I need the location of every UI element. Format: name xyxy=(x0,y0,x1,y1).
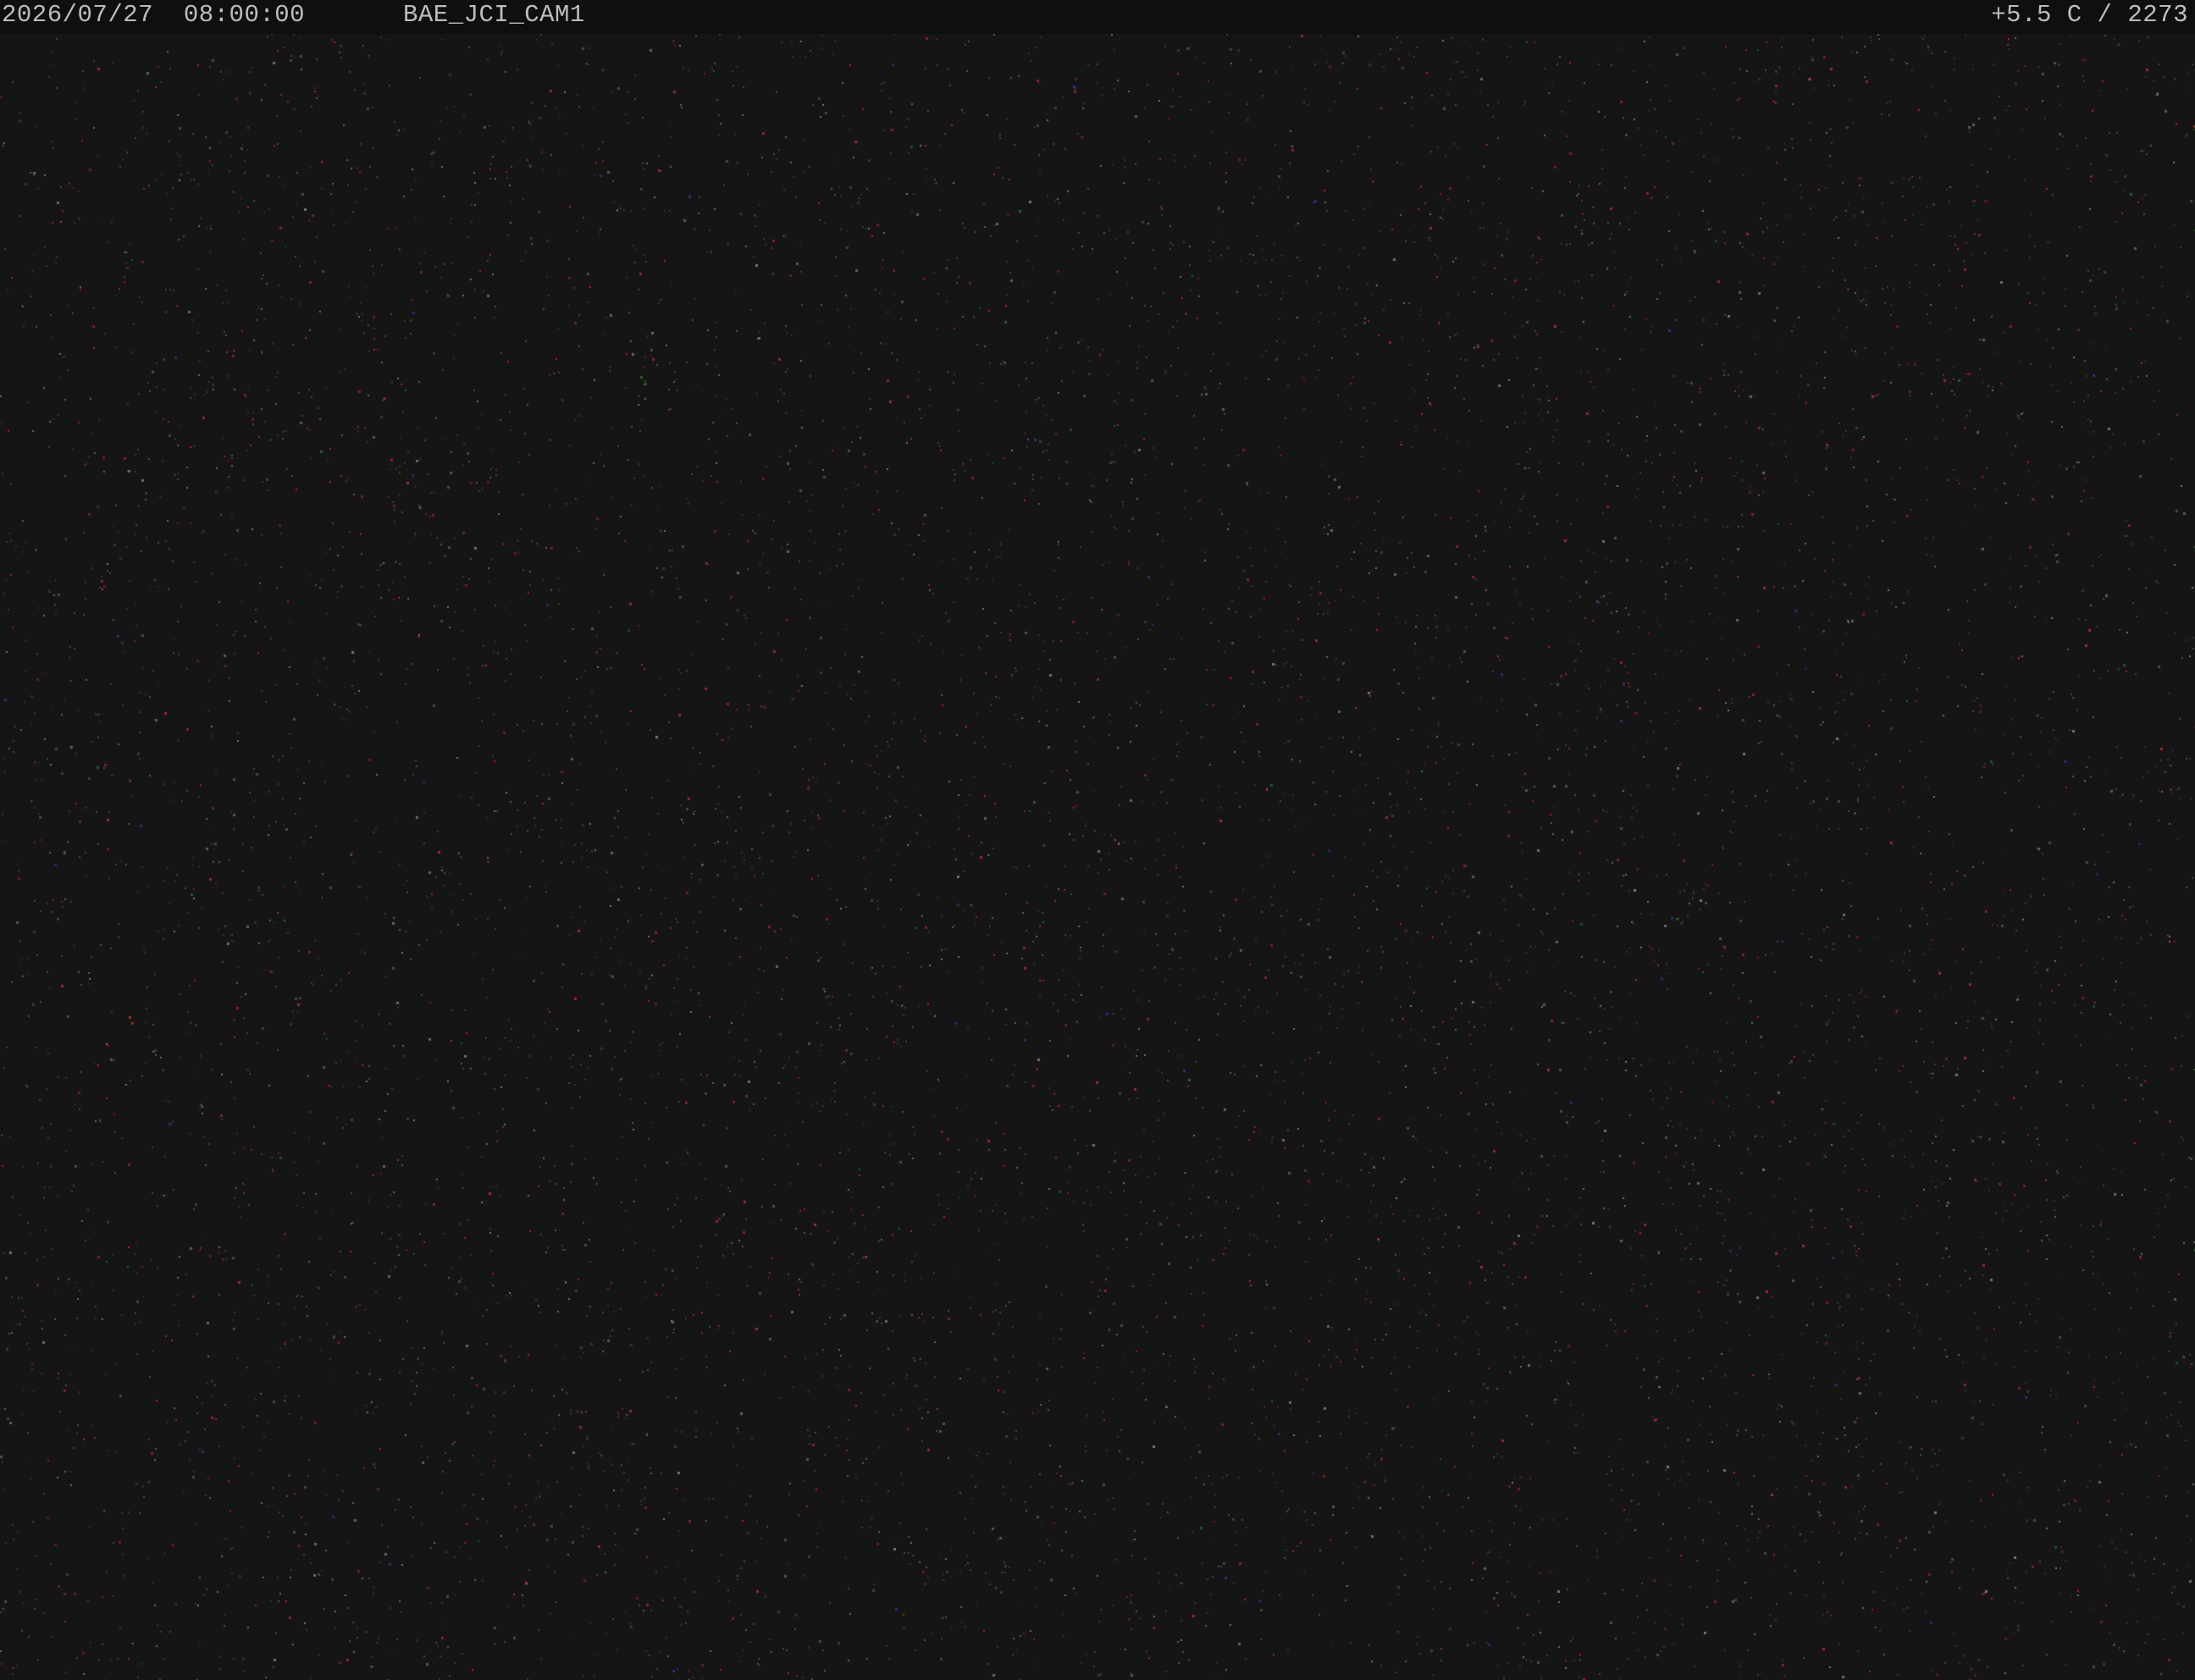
osd-camera-name: BAE_JCI_CAM1 xyxy=(403,1,585,29)
camera-feed: 2026/07/27 08:00:00 BAE_JCI_CAM1 +5.5 C … xyxy=(0,0,2195,1680)
osd-datetime: 2026/07/27 08:00:00 xyxy=(2,1,305,29)
osd-temperature: +5.5 C xyxy=(1991,1,2082,29)
osd-frame-counter: 2273 xyxy=(2127,1,2188,29)
sensor-noise-image xyxy=(0,34,2195,1680)
osd-time: 08:00:00 xyxy=(183,1,306,29)
osd-overlay-bar: 2026/07/27 08:00:00 BAE_JCI_CAM1 +5.5 C … xyxy=(0,0,2195,34)
osd-status: +5.5 C / 2273 xyxy=(1991,1,2188,29)
osd-date: 2026/07/27 xyxy=(2,1,154,29)
